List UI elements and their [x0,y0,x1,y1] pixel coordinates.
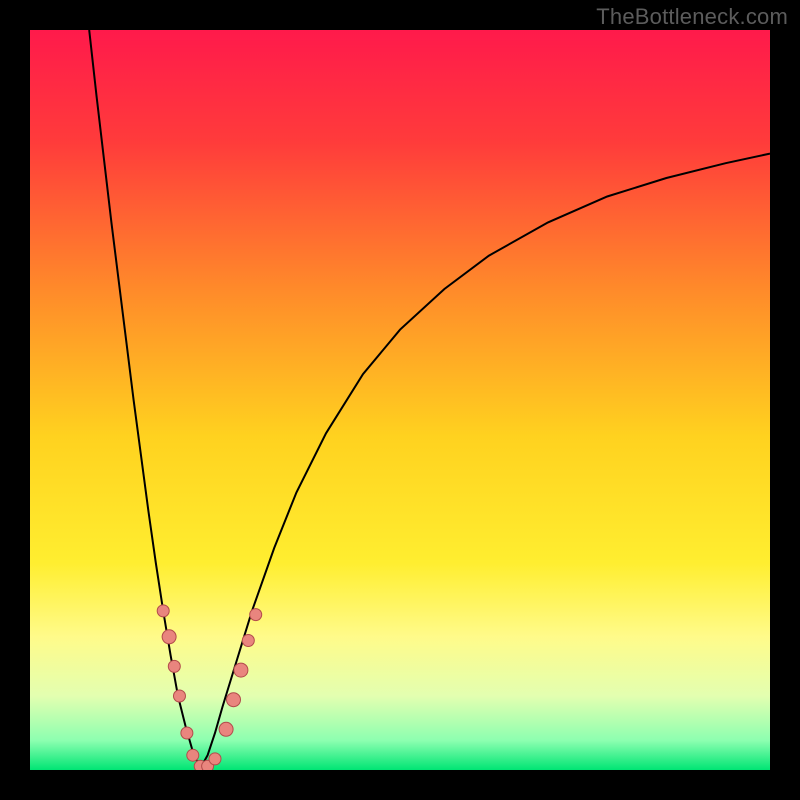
marker-dot [242,635,254,647]
marker-dot [227,693,241,707]
watermark-label: TheBottleneck.com [596,4,788,30]
curve-left-branch [89,30,200,769]
marker-dot [173,690,185,702]
marker-dot [250,609,262,621]
curve-right-branch [200,154,770,769]
marker-dot [162,630,176,644]
marker-dot [234,663,248,677]
chart-frame: TheBottleneck.com [0,0,800,800]
marker-dot [187,749,199,761]
plot-area [30,30,770,770]
marker-dot [209,753,221,765]
curve-layer [30,30,770,770]
marker-dot [181,727,193,739]
marker-dot [157,605,169,617]
marker-dot [168,660,180,672]
marker-dot [219,722,233,736]
